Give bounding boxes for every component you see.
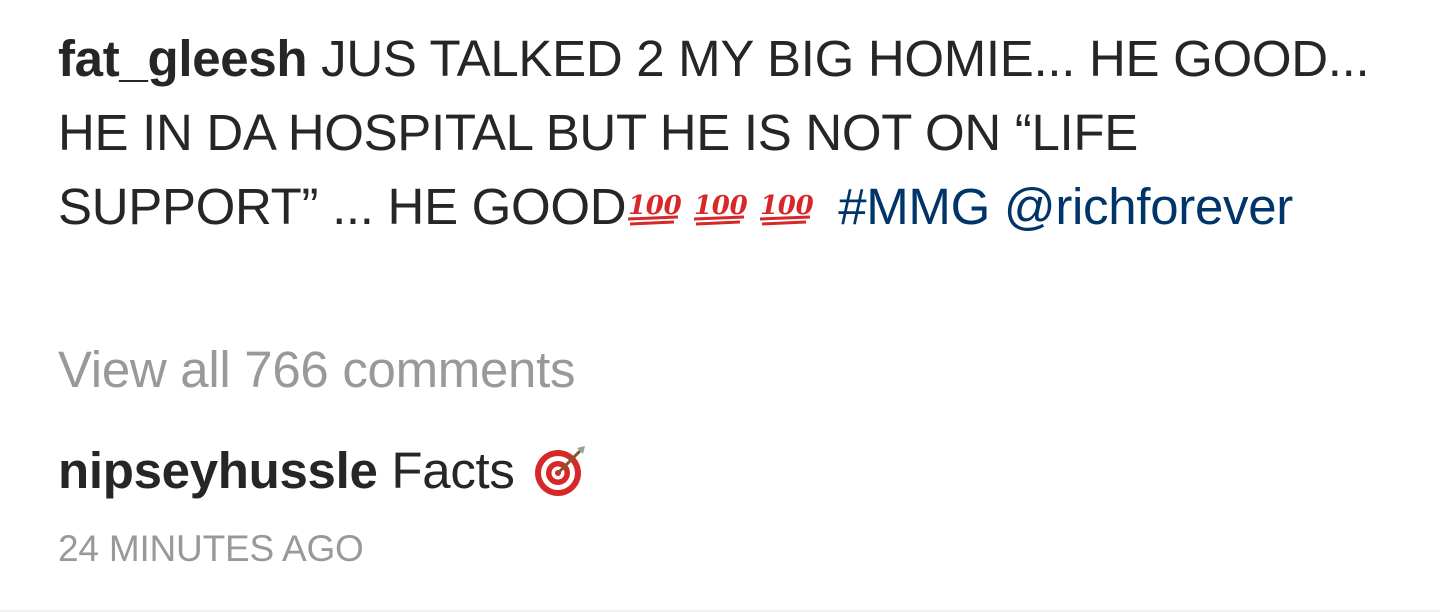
- post-author-username[interactable]: fat_gleesh: [58, 30, 308, 87]
- post-caption-block: fat_gleesh JUS TALKED 2 MY BIG HOMIE... …: [58, 22, 1388, 244]
- view-all-comments-link[interactable]: View all 766 comments: [58, 340, 575, 399]
- hundred-points-icon: 100: [692, 186, 748, 226]
- direct-hit-target-icon: [533, 444, 587, 498]
- hundred-points-icon: 100: [626, 186, 682, 226]
- comment-text: Facts: [391, 442, 515, 499]
- comment-item: nipseyhussle Facts: [58, 436, 587, 506]
- post-timestamp: 24 MINUTES AGO: [58, 528, 364, 569]
- caption: fat_gleesh JUS TALKED 2 MY BIG HOMIE... …: [58, 22, 1388, 244]
- mention-link[interactable]: @richforever: [1004, 178, 1293, 235]
- comment-author-username[interactable]: nipseyhussle: [58, 442, 378, 499]
- hundred-points-icon: 100: [758, 186, 814, 226]
- hashtag-link[interactable]: #MMG: [838, 178, 990, 235]
